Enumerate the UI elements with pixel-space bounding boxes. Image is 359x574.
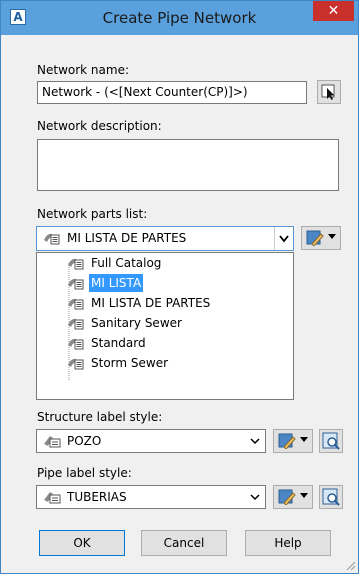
pipe-style-edit-button[interactable] [273, 485, 313, 509]
network-description-input[interactable] [37, 139, 339, 191]
chevron-down-icon [279, 235, 289, 243]
parts-list-tree-item-label: MI LISTA DE PARTES [91, 296, 211, 310]
pipe-label-style-combo[interactable]: TUBERIAS [36, 485, 266, 509]
parts-list-icon [68, 338, 84, 350]
dialog-title: Create Pipe Network [102, 9, 257, 27]
parts-list-combo[interactable]: MI LISTA DE PARTES [36, 226, 294, 251]
pipe-style-preview-button[interactable] [319, 485, 343, 509]
parts-list-selected-value: MI LISTA DE PARTES [67, 231, 187, 245]
network-name-label: Network name: [37, 63, 129, 77]
parts-list-icon [44, 233, 60, 245]
help-button[interactable]: Help [245, 530, 331, 556]
preview-magnify-icon [322, 488, 340, 506]
parts-list-tree-item-label: Sanitary Sewer [91, 316, 182, 330]
parts-list-icon [68, 318, 84, 330]
preview-magnify-icon [322, 432, 340, 450]
parts-list-edit-button[interactable] [301, 226, 341, 250]
create-pipe-network-dialog: A Create Pipe Network ✕ Network name: Ne… [0, 0, 359, 574]
chevron-down-icon[interactable] [249, 434, 261, 448]
parts-list-icon [68, 358, 84, 370]
cancel-button[interactable]: Cancel [141, 530, 227, 556]
pick-name-button[interactable] [317, 80, 341, 104]
parts-list-tree-item-label: MI LISTA [89, 274, 144, 292]
title-bar[interactable]: A Create Pipe Network ✕ [1, 1, 358, 35]
label-style-icon [44, 436, 61, 448]
label-style-icon [44, 492, 61, 504]
pipe-label-style-value: TUBERIAS [67, 490, 127, 504]
chevron-down-icon[interactable] [249, 490, 261, 504]
network-parts-list-label: Network parts list: [37, 207, 148, 221]
edit-style-icon [278, 489, 296, 505]
parts-list-tree-item-label: Storm Sewer [91, 356, 169, 370]
parts-list-icon [68, 258, 84, 270]
edit-style-icon [278, 433, 296, 449]
chevron-down-icon [300, 437, 308, 442]
parts-list-tree-item-label: Standard [91, 336, 146, 350]
structure-style-preview-button[interactable] [319, 429, 343, 453]
ok-button[interactable]: OK [39, 530, 125, 556]
dialog-body: Network name: Network - (<[Next Counter(… [9, 35, 349, 565]
chevron-down-icon [300, 493, 308, 498]
pipe-label-style-label: Pipe label style: [37, 466, 132, 480]
resize-grip-icon[interactable] [344, 559, 356, 571]
network-name-input[interactable]: Network - (<[Next Counter(CP)]>) [37, 81, 307, 104]
parts-list-tree-item-label: Full Catalog [91, 256, 162, 270]
network-description-label: Network description: [37, 119, 162, 133]
parts-list-dropdown-button[interactable] [274, 227, 293, 250]
parts-list-icon [68, 298, 84, 310]
chevron-down-icon [328, 234, 336, 239]
structure-label-style-value: POZO [67, 434, 102, 448]
structure-label-style-label: Structure label style: [37, 410, 163, 424]
edit-style-icon [306, 230, 324, 246]
cursor-pick-icon [321, 84, 335, 100]
parts-list-tree[interactable]: Full Catalog MI LISTA MI LISTA DE PARTES Sa… [36, 252, 294, 400]
structure-label-style-combo[interactable]: POZO [36, 429, 266, 453]
close-button[interactable]: ✕ [313, 1, 354, 21]
structure-style-edit-button[interactable] [273, 429, 313, 453]
parts-list-icon [68, 278, 84, 290]
